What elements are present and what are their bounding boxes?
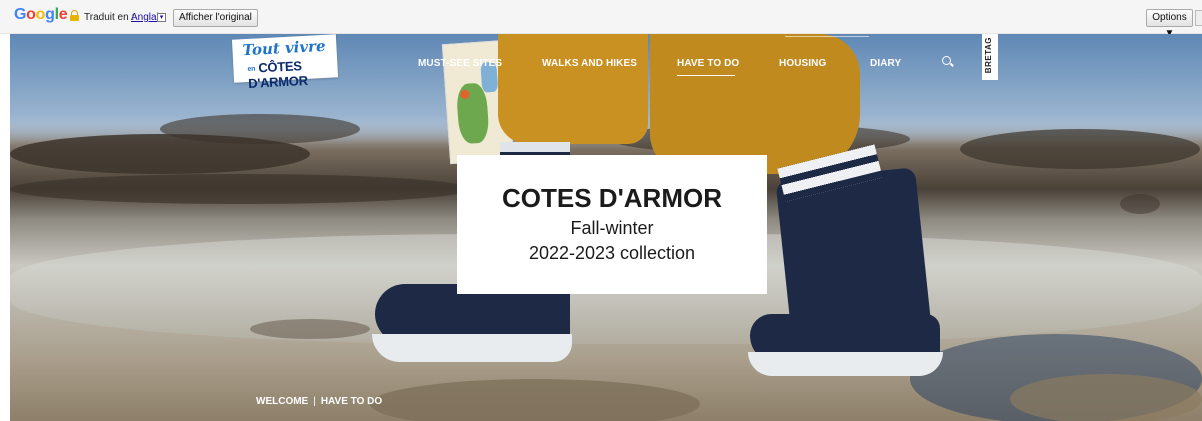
hero-right-boot-sole xyxy=(748,352,943,376)
hero-pants xyxy=(498,34,648,144)
hero-banner: Tout vivre en CÔTES D'ARMOR MUST-SEE SIT… xyxy=(10,34,1202,421)
nav-item-housing[interactable]: HOUSING xyxy=(779,58,826,69)
breadcrumb-current: HAVE TO DO xyxy=(320,396,383,407)
hero-rock xyxy=(10,174,470,204)
hero-pants xyxy=(650,34,860,174)
hero-title-card: COTES D'ARMOR Fall-winter 2022-2023 coll… xyxy=(457,155,767,294)
logo-small-text: en xyxy=(247,65,256,74)
hero-rock xyxy=(250,319,370,339)
header-accent-line xyxy=(785,36,869,37)
site-logo[interactable]: Tout vivre en CÔTES D'ARMOR xyxy=(231,34,339,91)
google-logo-letter: e xyxy=(58,6,68,23)
logo-wordmark: en CÔTES D'ARMOR xyxy=(247,56,338,91)
google-logo-letter: G xyxy=(14,6,27,23)
hero-title: COTES D'ARMOR xyxy=(502,183,722,213)
nav-item-have-to-do[interactable]: HAVE TO DO xyxy=(677,58,739,69)
hero-subtitle-line2: 2022-2023 collection xyxy=(528,243,696,263)
hero-rock xyxy=(1120,194,1160,214)
breadcrumb-separator: | xyxy=(313,396,316,407)
breadcrumb-home-link[interactable]: WELCOME xyxy=(256,396,308,407)
hero-rock xyxy=(960,129,1200,169)
language-dropdown-icon[interactable]: ▾ xyxy=(157,13,166,22)
lock-icon xyxy=(70,10,79,21)
nav-active-indicator xyxy=(677,75,735,76)
nav-item-walks-and-hikes[interactable]: WALKS AND HIKES xyxy=(542,58,637,69)
region-tab[interactable]: BRETAG xyxy=(982,34,998,80)
close-translate-bar-button[interactable] xyxy=(1195,10,1202,26)
logo-tagline: Tout vivre xyxy=(242,36,326,60)
hero-subtitle-line1: Fall-winter xyxy=(570,218,654,238)
google-logo[interactable]: Google xyxy=(14,6,68,24)
nav-item-diary[interactable]: DIARY xyxy=(870,58,901,69)
show-original-button[interactable]: Afficher l'original xyxy=(173,9,258,27)
hero-left-boot-stripe xyxy=(500,142,570,152)
google-logo-letter: o xyxy=(26,6,36,23)
options-button[interactable]: Options ▼ xyxy=(1146,9,1193,39)
logo-main-text: CÔTES D'ARMOR xyxy=(247,58,309,91)
search-icon[interactable] xyxy=(942,56,951,65)
hero-rock xyxy=(160,114,360,144)
hero-rock xyxy=(370,379,700,421)
google-logo-letter: o xyxy=(35,6,46,23)
nav-item-must-see-sites[interactable]: MUST-SEE SITES xyxy=(418,58,502,69)
hero-left-boot-sole xyxy=(372,334,572,362)
breadcrumb: WELCOME | HAVE TO DO xyxy=(256,396,382,407)
hero-rock xyxy=(1010,374,1202,421)
region-tab-label: BRETAG xyxy=(984,37,993,74)
google-logo-letter: g xyxy=(45,6,55,23)
translated-to-label: Traduit en : xyxy=(84,12,135,23)
translate-bar: Google Traduit en : Anglais ▾ Afficher l… xyxy=(0,0,1202,39)
